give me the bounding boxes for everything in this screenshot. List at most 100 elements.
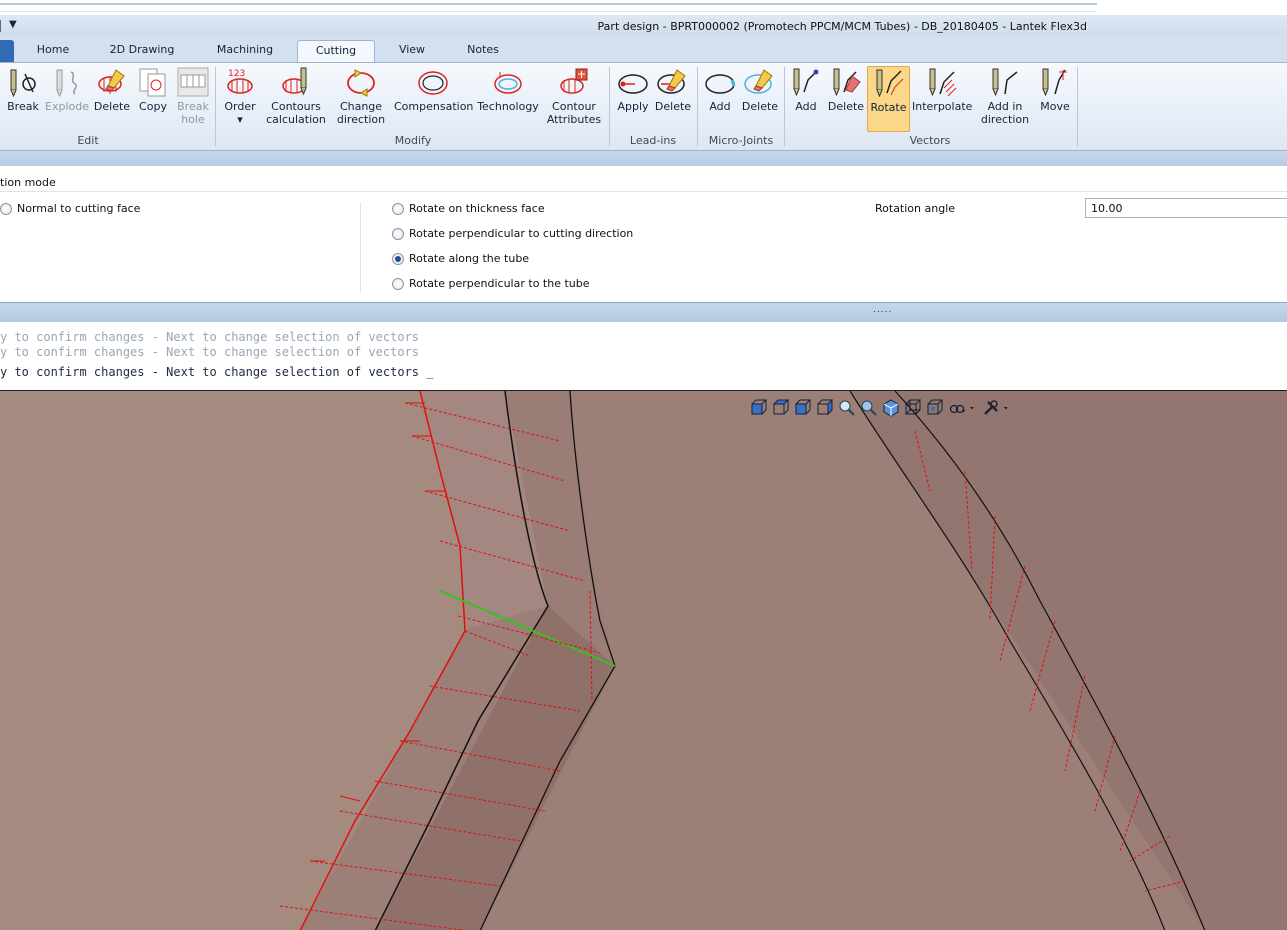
delete-microjoint-icon [744,69,773,94]
break-hole-label-2: hole [181,113,205,126]
rotation-angle-input[interactable] [1085,198,1287,218]
window-title: Part design - BPRT000002 (Promotech PPCM… [597,20,1087,33]
radio-button-icon [392,278,404,290]
interpolate-icon [929,68,957,97]
title-bar: ▼ Part design - BPRT000002 (Promotech PP… [0,15,1287,37]
group-separator [784,67,785,147]
tools-dropdown-icon[interactable] [1004,399,1012,417]
orbit-icon[interactable] [948,399,966,417]
order-button[interactable]: 123 Order ▾ [220,66,260,126]
file-menu-tab[interactable] [0,40,14,62]
tab-machining[interactable]: Machining [204,40,286,62]
panel-title-divider [0,191,1287,192]
tab-home[interactable]: Home [22,40,84,62]
rotate-vector-icon [876,69,903,98]
view-front-icon[interactable] [750,399,768,417]
radio-label: Normal to cutting face [17,202,141,215]
delete-microjoint-button[interactable]: Delete [740,66,780,113]
add-vector-icon [793,68,819,97]
radio-button-icon [392,228,404,240]
delete-label: Delete [93,100,131,113]
add-in-direction-icon [992,68,1018,97]
view-iso-icon[interactable] [882,399,900,417]
tab-notes[interactable]: Notes [455,40,511,62]
copy-button[interactable]: Copy [136,66,170,113]
add-in-direction-button[interactable]: Add in direction [978,66,1032,126]
group-label-microjoints: Micro-Joints [708,134,774,147]
order-dropdown-icon: ▾ [237,113,243,126]
explode-label: Explode [45,100,89,113]
group-label-edit: Edit [77,134,99,147]
compensation-icon [418,71,448,95]
group-label-leadins: Lead-ins [629,134,677,147]
copy-icon [139,68,166,97]
ribbon-tab-row: Home 2D Drawing Machining Cutting View N… [0,37,1287,63]
delete-leadin-button[interactable]: Delete [654,66,692,113]
3d-viewport[interactable] [0,390,1287,930]
view-right-icon[interactable] [816,399,834,417]
delete-vector-label: Delete [827,100,865,113]
view-wire-icon[interactable] [904,399,922,417]
explode-button[interactable]: Explode [44,66,90,113]
radio-label: Rotate along the tube [409,252,530,265]
delete-microjoint-label: Delete [741,100,779,113]
contours-calculation-label-2: calculation [266,113,326,126]
contours-calculation-button[interactable]: Contours calculation [266,66,326,126]
break-label: Break [7,100,39,113]
tab-view[interactable]: View [388,40,436,62]
tab-2d-drawing[interactable]: 2D Drawing [100,40,184,62]
command-console[interactable]: y to confirm changes - Next to change se… [0,322,1287,390]
break-hole-button[interactable]: Break hole [174,66,212,126]
apply-label: Apply [617,100,649,113]
move-vector-button[interactable]: Move [1036,66,1074,113]
add-vector-button[interactable]: Add [788,66,824,113]
change-direction-button[interactable]: Change direction [334,66,388,126]
view-box-icon[interactable] [926,399,944,417]
interpolate-button[interactable]: Interpolate [912,66,972,113]
move-label: Move [1040,100,1070,113]
group-separator [609,67,610,147]
apply-leadin-icon [618,74,648,94]
compensation-button[interactable]: Compensation [394,66,473,113]
delete-leadin-icon [657,69,686,94]
delete-leadin-label: Delete [654,100,692,113]
delete-vector-icon [833,68,861,97]
technology-label: Technology [477,100,539,113]
orbit-dropdown-icon[interactable] [970,399,978,417]
technology-button[interactable]: Technology [476,66,540,113]
group-label-vectors: Vectors [909,134,951,147]
contour-attributes-button[interactable]: Contour Attributes [544,66,604,126]
view-left-icon[interactable] [794,399,812,417]
console-current-line: y to confirm changes - Next to change se… [0,365,434,379]
interpolate-label: Interpolate [912,100,973,113]
zoom-icon[interactable] [860,399,878,417]
radio-label: Rotate perpendicular to cutting directio… [409,227,634,240]
radio-label: Rotate on thickness face [409,202,545,215]
tab-cutting[interactable]: Cutting [297,40,375,63]
radio-label: Rotate perpendicular to the tube [409,277,590,290]
radio-button-icon [0,203,12,215]
break-hole-label-1: Break [177,100,209,113]
group-separator [697,67,698,147]
add-microjoint-button[interactable]: Add [702,66,738,113]
rotate-vector-button[interactable]: Rotate [867,66,910,132]
delete-vector-button[interactable]: Delete [826,66,866,113]
rotation-angle-label: Rotation angle [875,202,956,215]
splitter-grip-icon[interactable]: ..... [873,305,892,315]
change-direction-label-2: direction [336,113,386,126]
add-in-direction-label-2: direction [980,113,1030,126]
top-strip-line [0,3,1097,5]
zoom-window-icon[interactable] [838,399,856,417]
add-vector-label: Add [795,100,817,113]
break-button[interactable]: Break [4,66,42,113]
delete-contour-button[interactable]: Delete [92,66,132,113]
panel-splitter[interactable]: ..... [0,302,1287,322]
quick-access-dropdown-icon[interactable]: ▼ [9,19,17,30]
view-top-icon[interactable] [772,399,790,417]
apply-leadin-button[interactable]: Apply [614,66,652,113]
rotate-label: Rotate [870,101,907,114]
contour-attributes-label-1: Contour [552,100,596,113]
panel-title: tion mode [0,176,56,189]
tools-icon[interactable] [982,399,1000,417]
order-icon: 123 [227,69,253,94]
